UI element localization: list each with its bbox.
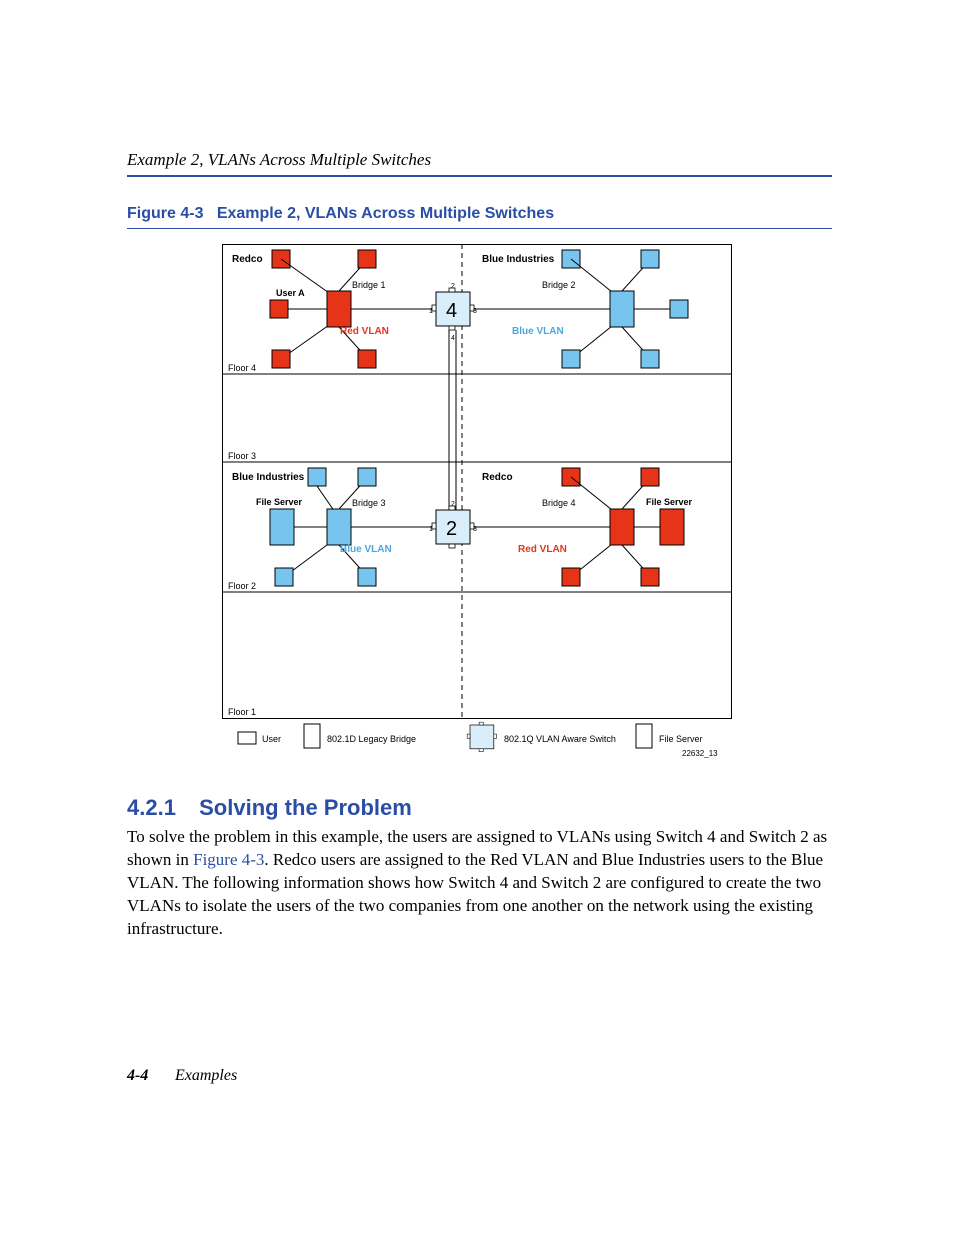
section-title: Solving the Problem (199, 795, 412, 820)
tr-company: Blue Industries (482, 254, 555, 265)
floor-2-label: Floor 2 (228, 581, 256, 591)
figure-title: Example 2, VLANs Across Multiple Switche… (217, 205, 554, 222)
tr-vlan: Blue VLAN (512, 326, 564, 337)
legend-server: File Server (659, 734, 703, 744)
legend-user: User (262, 734, 281, 744)
section-number: 4.2.1 (127, 795, 193, 821)
sw-bot-p2: 2 (451, 501, 455, 508)
tl-company: Redco (232, 254, 263, 265)
body-paragraph: To solve the problem in this example, th… (127, 826, 832, 941)
floor-3-label: Floor 3 (228, 451, 256, 461)
br-server: File Server (646, 497, 693, 507)
header-rule (127, 175, 832, 177)
br-vlan: Red VLAN (518, 544, 567, 555)
tr-bridge: Bridge 2 (542, 280, 576, 290)
tl-bridge: Bridge 1 (352, 280, 386, 290)
bl-server: File Server (256, 497, 303, 507)
legend-legacy: 802.1D Legacy Bridge (327, 734, 416, 744)
bl-vlan: Blue VLAN (340, 544, 392, 555)
tl-vlan: Red VLAN (340, 326, 389, 337)
bl-bridge: Bridge 3 (352, 498, 386, 508)
running-header: Example 2, VLANs Across Multiple Switche… (127, 150, 431, 170)
sw-top-p2: 2 (451, 283, 455, 290)
figure-xref[interactable]: Figure 4-3 (193, 850, 264, 869)
network-diagram: Floor 4 Floor 3 Floor 2 Floor 1 Redco Us… (222, 244, 732, 779)
img-id: 22632_13 (682, 749, 718, 758)
br-company: Redco (482, 472, 513, 483)
legend-aware: 802.1Q VLAN Aware Switch (504, 734, 616, 744)
sw-top-p4: 4 (451, 335, 455, 342)
sw-bot-p3: 3 (473, 526, 477, 533)
tl-user: User A (276, 288, 305, 298)
sw-top-p1: 1 (429, 308, 433, 315)
figure-label: Figure 4-3 (127, 205, 203, 222)
sw-bot-p1: 1 (429, 526, 433, 533)
switch-bottom: 2 (446, 518, 457, 540)
bl-company: Blue Industries (232, 472, 305, 483)
figure-rule (127, 228, 832, 229)
section-heading: 4.2.1 Solving the Problem (127, 795, 412, 821)
switch-top: 4 (446, 300, 457, 322)
figure-caption: Figure 4-3 Example 2, VLANs Across Multi… (127, 205, 554, 223)
floor-4-label: Floor 4 (228, 363, 256, 373)
floor-1-label: Floor 1 (228, 707, 256, 717)
br-bridge: Bridge 4 (542, 498, 576, 508)
chapter-name: Examples (175, 1067, 237, 1085)
sw-top-p3: 3 (473, 308, 477, 315)
page-number: 4-4 (127, 1067, 148, 1085)
